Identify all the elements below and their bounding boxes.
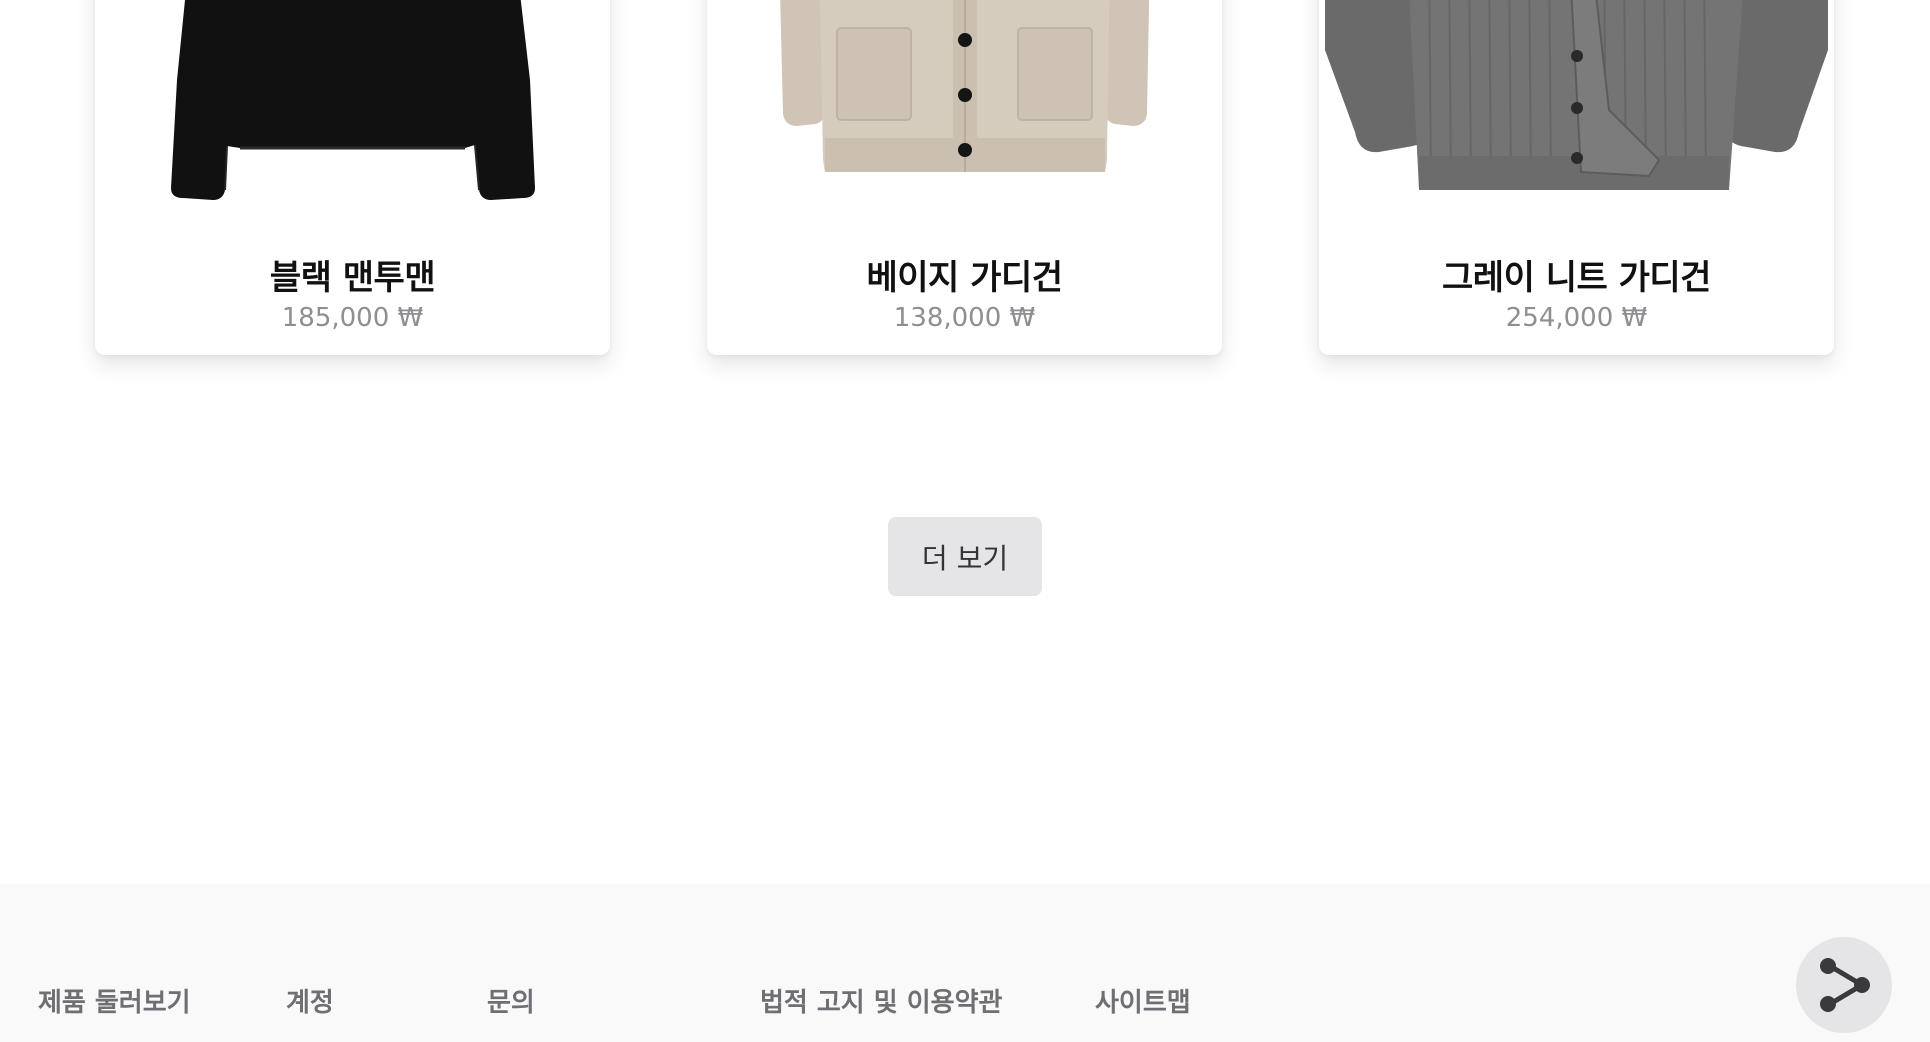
- product-image-beige-cardigan: [707, 0, 1222, 240]
- product-price: 138,000 ₩: [893, 303, 1036, 333]
- product-card[interactable]: 블랙 맨투맨 185,000 ₩: [95, 0, 610, 355]
- product-card[interactable]: 베이지 가디건 138,000 ₩: [707, 0, 1222, 355]
- footer-link-contact[interactable]: 문의: [487, 982, 535, 1019]
- footer-link-legal-terms[interactable]: 법적 고지 및 이용약관: [760, 982, 1002, 1019]
- footer-link-browse-products[interactable]: 제품 둘러보기: [38, 982, 191, 1019]
- product-image-black-sweatshirt: [95, 0, 610, 240]
- product-name: 베이지 가디건: [866, 258, 1063, 298]
- product-price: 254,000 ₩: [1505, 303, 1648, 333]
- load-more-button[interactable]: 더 보기: [888, 517, 1042, 596]
- product-card[interactable]: 그레이 니트 가디건 254,000 ₩: [1319, 0, 1834, 355]
- product-image-gray-knit-cardigan: [1319, 0, 1834, 240]
- product-page: 블랙 맨투맨 185,000 ₩ 베이지 가디건 138,000 ₩ 그레이 니…: [0, 0, 1930, 1042]
- footer: 제품 둘러보기 계정 문의 법적 고지 및 이용약관 사이트맵: [0, 884, 1930, 1042]
- product-name: 그레이 니트 가디건: [1442, 258, 1711, 298]
- product-price: 185,000 ₩: [281, 303, 424, 333]
- footer-link-account[interactable]: 계정: [286, 982, 334, 1019]
- share-button[interactable]: [1796, 937, 1892, 1033]
- footer-link-sitemap[interactable]: 사이트맵: [1095, 982, 1191, 1019]
- product-name: 블랙 맨투맨: [269, 258, 436, 298]
- share-icon: [1820, 958, 1870, 1012]
